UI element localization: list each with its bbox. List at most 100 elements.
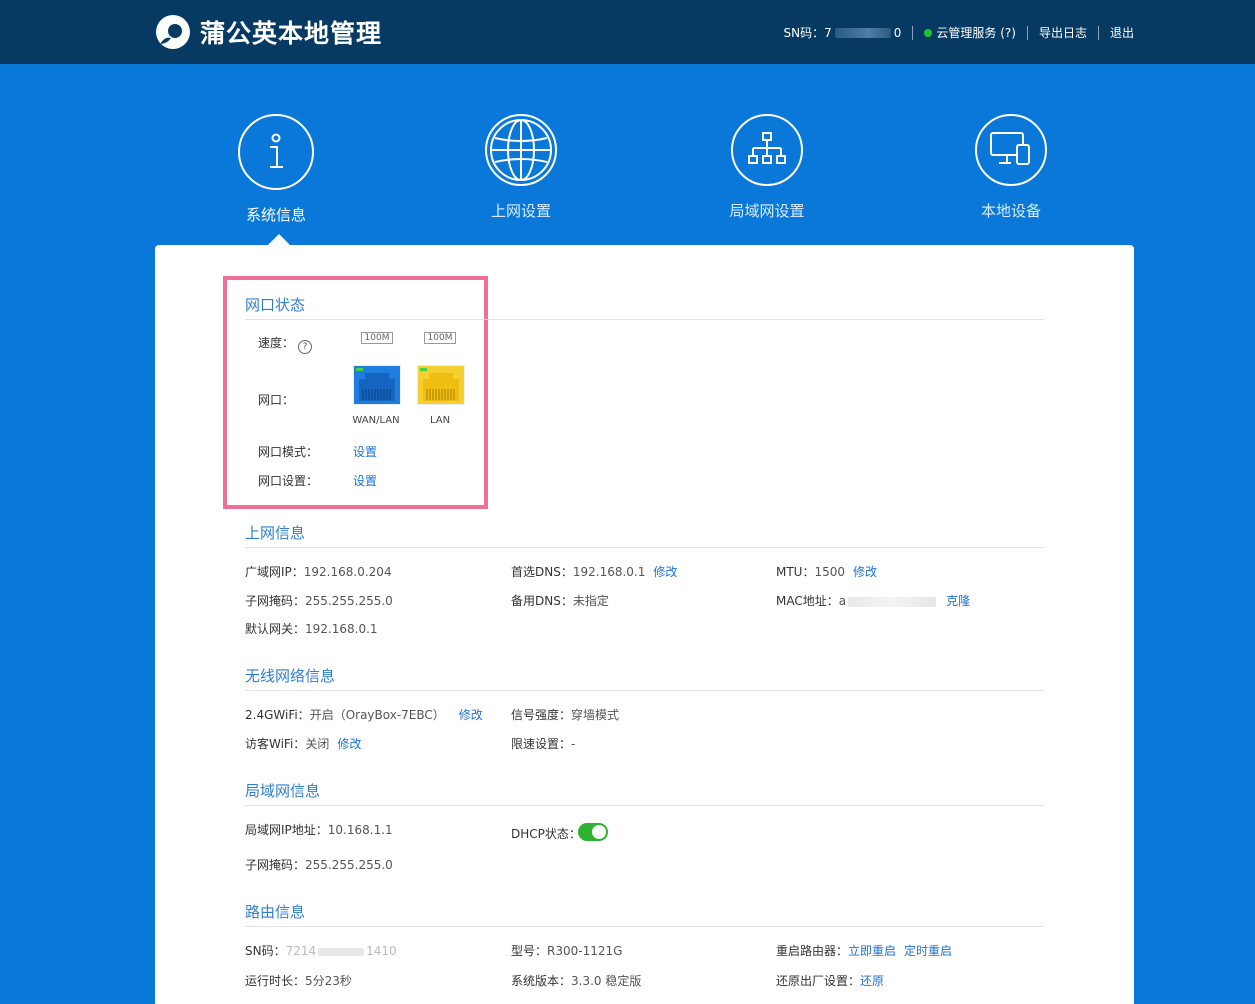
lan-ip-label: 局域网IP地址： [245, 823, 328, 837]
uptime-label: 运行时长： [245, 974, 306, 988]
mac-label: MAC地址： [776, 594, 839, 608]
port-mode-settings-link[interactable]: 设置 [353, 443, 377, 460]
lan-mask-value: 255.255.255.0 [305, 858, 393, 872]
dns1-row: 首选DNS：192.168.0.1 修改 [511, 563, 677, 580]
mtu-row: MTU：1500 修改 [776, 563, 877, 580]
mac-clone-link[interactable]: 克隆 [946, 594, 970, 608]
version-label: 系统版本： [511, 974, 572, 988]
gateway-label: 默认网关： [245, 622, 306, 636]
dns2-value: 未指定 [572, 594, 609, 608]
nav-lan-settings[interactable]: 局域网设置 [707, 114, 827, 221]
dns2-row: 备用DNS：未指定 [511, 592, 609, 609]
dhcp-label: DHCP状态： [511, 827, 581, 841]
ethernet-port-icon [353, 365, 401, 405]
main-nav: 系统信息 上网设置 局域网设置 本地设备 [0, 114, 1255, 224]
ethernet-port-icon [417, 365, 465, 405]
status-dot-icon [924, 28, 933, 37]
sn-tail: 0 [893, 25, 902, 40]
dhcp-toggle[interactable] [578, 823, 608, 841]
mtu-label: MTU： [776, 565, 815, 579]
port-speed-badge: 100M [361, 332, 393, 344]
divider [1097, 25, 1099, 40]
export-log-link[interactable]: 导出日志 [1039, 24, 1087, 41]
port-mode-label: 网口模式： [258, 445, 319, 459]
mtu-edit-link[interactable]: 修改 [853, 565, 877, 579]
limit-label: 限速设置： [511, 737, 572, 751]
restart-now-link[interactable]: 立即重启 [848, 944, 896, 958]
guest-wifi-label: 访客WiFi： [245, 737, 306, 751]
version-row: 系统版本：3.3.0 稳定版 [511, 972, 641, 989]
guest-wifi-value: 关闭 [305, 737, 330, 751]
mac-value: a [838, 594, 847, 608]
gateway-row: 默认网关：192.168.0.1 [245, 620, 378, 637]
wifi24-value: 开启（OrayBox-7EBC） [309, 708, 445, 722]
dns1-edit-link[interactable]: 修改 [653, 565, 677, 579]
speed-row: 速度：? [258, 334, 313, 354]
globe-icon [485, 114, 557, 186]
divider [912, 25, 914, 40]
nav-label: 局域网设置 [729, 202, 805, 220]
mtu-value: 1500 [814, 565, 846, 579]
factory-reset-link[interactable]: 还原 [860, 974, 884, 988]
wifi24-edit-link[interactable]: 修改 [459, 708, 483, 722]
logout-link[interactable]: 退出 [1110, 24, 1134, 41]
help-icon[interactable]: ? [298, 340, 313, 354]
port-settings-link[interactable]: 设置 [353, 472, 377, 489]
restart-row: 重启路由器：立即重启 定时重启 [776, 942, 952, 959]
devices-icon [975, 114, 1047, 186]
section-title-wireless: 无线网络信息 [245, 667, 336, 685]
guest-wifi-row: 访客WiFi：关闭 修改 [245, 735, 361, 752]
lan-ip-value: 10.168.1.1 [327, 823, 393, 837]
restart-label: 重启路由器： [776, 944, 849, 958]
sn-redacted [318, 947, 365, 956]
wifi24-row: 2.4GWiFi：开启（OrayBox-7EBC） 修改 [245, 706, 483, 723]
section-divider [245, 690, 1044, 691]
gateway-value: 192.168.0.1 [305, 622, 378, 636]
restart-timed-link[interactable]: 定时重启 [904, 944, 952, 958]
router-sn-row: SN码：7214 1410 [245, 942, 397, 959]
port-label: 网口： [258, 393, 295, 407]
mac-redacted [848, 596, 937, 607]
port-name: LAN [429, 415, 451, 426]
sn-label: SN码：7 [783, 26, 832, 40]
lan-mask-label: 子网掩码： [245, 858, 306, 872]
wan-mask-value: 255.255.255.0 [305, 594, 393, 608]
wifi24-label: 2.4GWiFi： [245, 708, 310, 722]
content-panel: 网口状态 速度：? 100M 100M 网口： WAN/LAN LAN 网口模式… [155, 245, 1134, 1004]
router-sn-label: SN码： [245, 944, 286, 958]
section-divider [245, 805, 1044, 806]
uptime-value: 5分23秒 [305, 974, 352, 988]
port-settings-label: 网口设置： [258, 474, 319, 488]
nav-system-info[interactable]: 系统信息 [216, 114, 336, 225]
lan-mask-row: 子网掩码：255.255.255.0 [245, 856, 393, 873]
port-settings-row: 网口设置： [258, 472, 318, 489]
signal-value: 穿墙模式 [571, 708, 620, 722]
factory-reset-row: 还原出厂设置：还原 [776, 972, 884, 989]
guest-wifi-edit-link[interactable]: 修改 [337, 737, 361, 751]
logo: 蒲公英本地管理 [155, 14, 382, 50]
dns1-value: 192.168.0.1 [572, 565, 646, 579]
version-value: 3.3.0 稳定版 [571, 974, 642, 988]
cloud-service-link[interactable]: 云管理服务 (?) [936, 24, 1016, 41]
speed-label: 速度： [258, 336, 295, 350]
mac-row: MAC地址：a 克隆 [776, 592, 970, 609]
section-divider [245, 926, 1044, 927]
active-nav-caret [268, 234, 290, 245]
header-actions: SN码：7 0 云管理服务 (?) 导出日志 退出 [784, 24, 1134, 41]
factory-reset-label: 还原出厂设置： [776, 974, 861, 988]
router-sn-head: 7214 [285, 944, 317, 958]
nav-local-devices[interactable]: 本地设备 [951, 114, 1071, 221]
model-value: R300-1121G [547, 944, 623, 958]
model-row: 型号：R300-1121G [511, 942, 622, 959]
nav-internet-settings[interactable]: 上网设置 [461, 114, 581, 221]
port-mode-row: 网口模式： [258, 443, 318, 460]
section-divider [245, 319, 1044, 320]
wan-mask-label: 子网掩码： [245, 594, 306, 608]
nav-label: 本地设备 [980, 202, 1041, 220]
limit-value: - [571, 737, 576, 751]
limit-row: 限速设置：- [511, 735, 575, 752]
dns1-label: 首选DNS： [511, 565, 573, 579]
section-divider [245, 547, 1044, 548]
signal-label: 信号强度： [511, 708, 572, 722]
nav-label: 系统信息 [245, 206, 306, 224]
